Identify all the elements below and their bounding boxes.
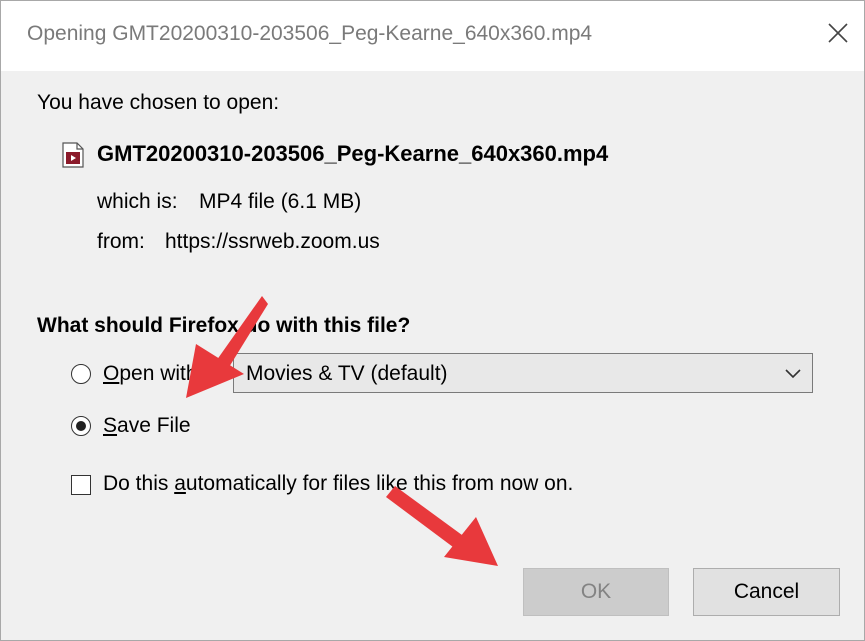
file-name: GMT20200310-203506_Peg-Kearne_640x360.mp… bbox=[97, 141, 609, 166]
open-with-radio[interactable] bbox=[71, 364, 91, 384]
video-file-icon bbox=[62, 142, 84, 168]
open-with-app-select[interactable]: Movies & TV (default) bbox=[233, 353, 813, 393]
file-source-value: https://ssrweb.zoom.us bbox=[165, 230, 380, 253]
window-title: Opening GMT20200310-203506_Peg-Kearne_64… bbox=[27, 22, 593, 45]
close-icon bbox=[828, 23, 848, 43]
title-bar[interactable]: Opening GMT20200310-203506_Peg-Kearne_64… bbox=[1, 1, 864, 71]
download-dialog: Opening GMT20200310-203506_Peg-Kearne_64… bbox=[0, 0, 865, 641]
file-type-label: which is: bbox=[97, 190, 178, 213]
close-button[interactable] bbox=[820, 15, 856, 51]
open-with-label[interactable]: Open with bbox=[103, 362, 198, 386]
ok-button[interactable]: OK bbox=[523, 568, 669, 616]
action-question: What should Firefox do with this file? bbox=[37, 314, 411, 337]
file-source-label: from: bbox=[97, 230, 145, 253]
auto-label[interactable]: Do this automatically for files like thi… bbox=[103, 472, 573, 496]
save-file-label[interactable]: Save File bbox=[103, 414, 191, 438]
cancel-button[interactable]: Cancel bbox=[693, 568, 840, 616]
auto-checkbox[interactable] bbox=[71, 475, 91, 495]
chevron-down-icon bbox=[785, 369, 801, 379]
open-with-app-value: Movies & TV (default) bbox=[246, 362, 448, 385]
intro-text: You have chosen to open: bbox=[37, 91, 280, 114]
save-file-radio[interactable] bbox=[71, 416, 91, 436]
file-type-value: MP4 file (6.1 MB) bbox=[199, 190, 362, 213]
